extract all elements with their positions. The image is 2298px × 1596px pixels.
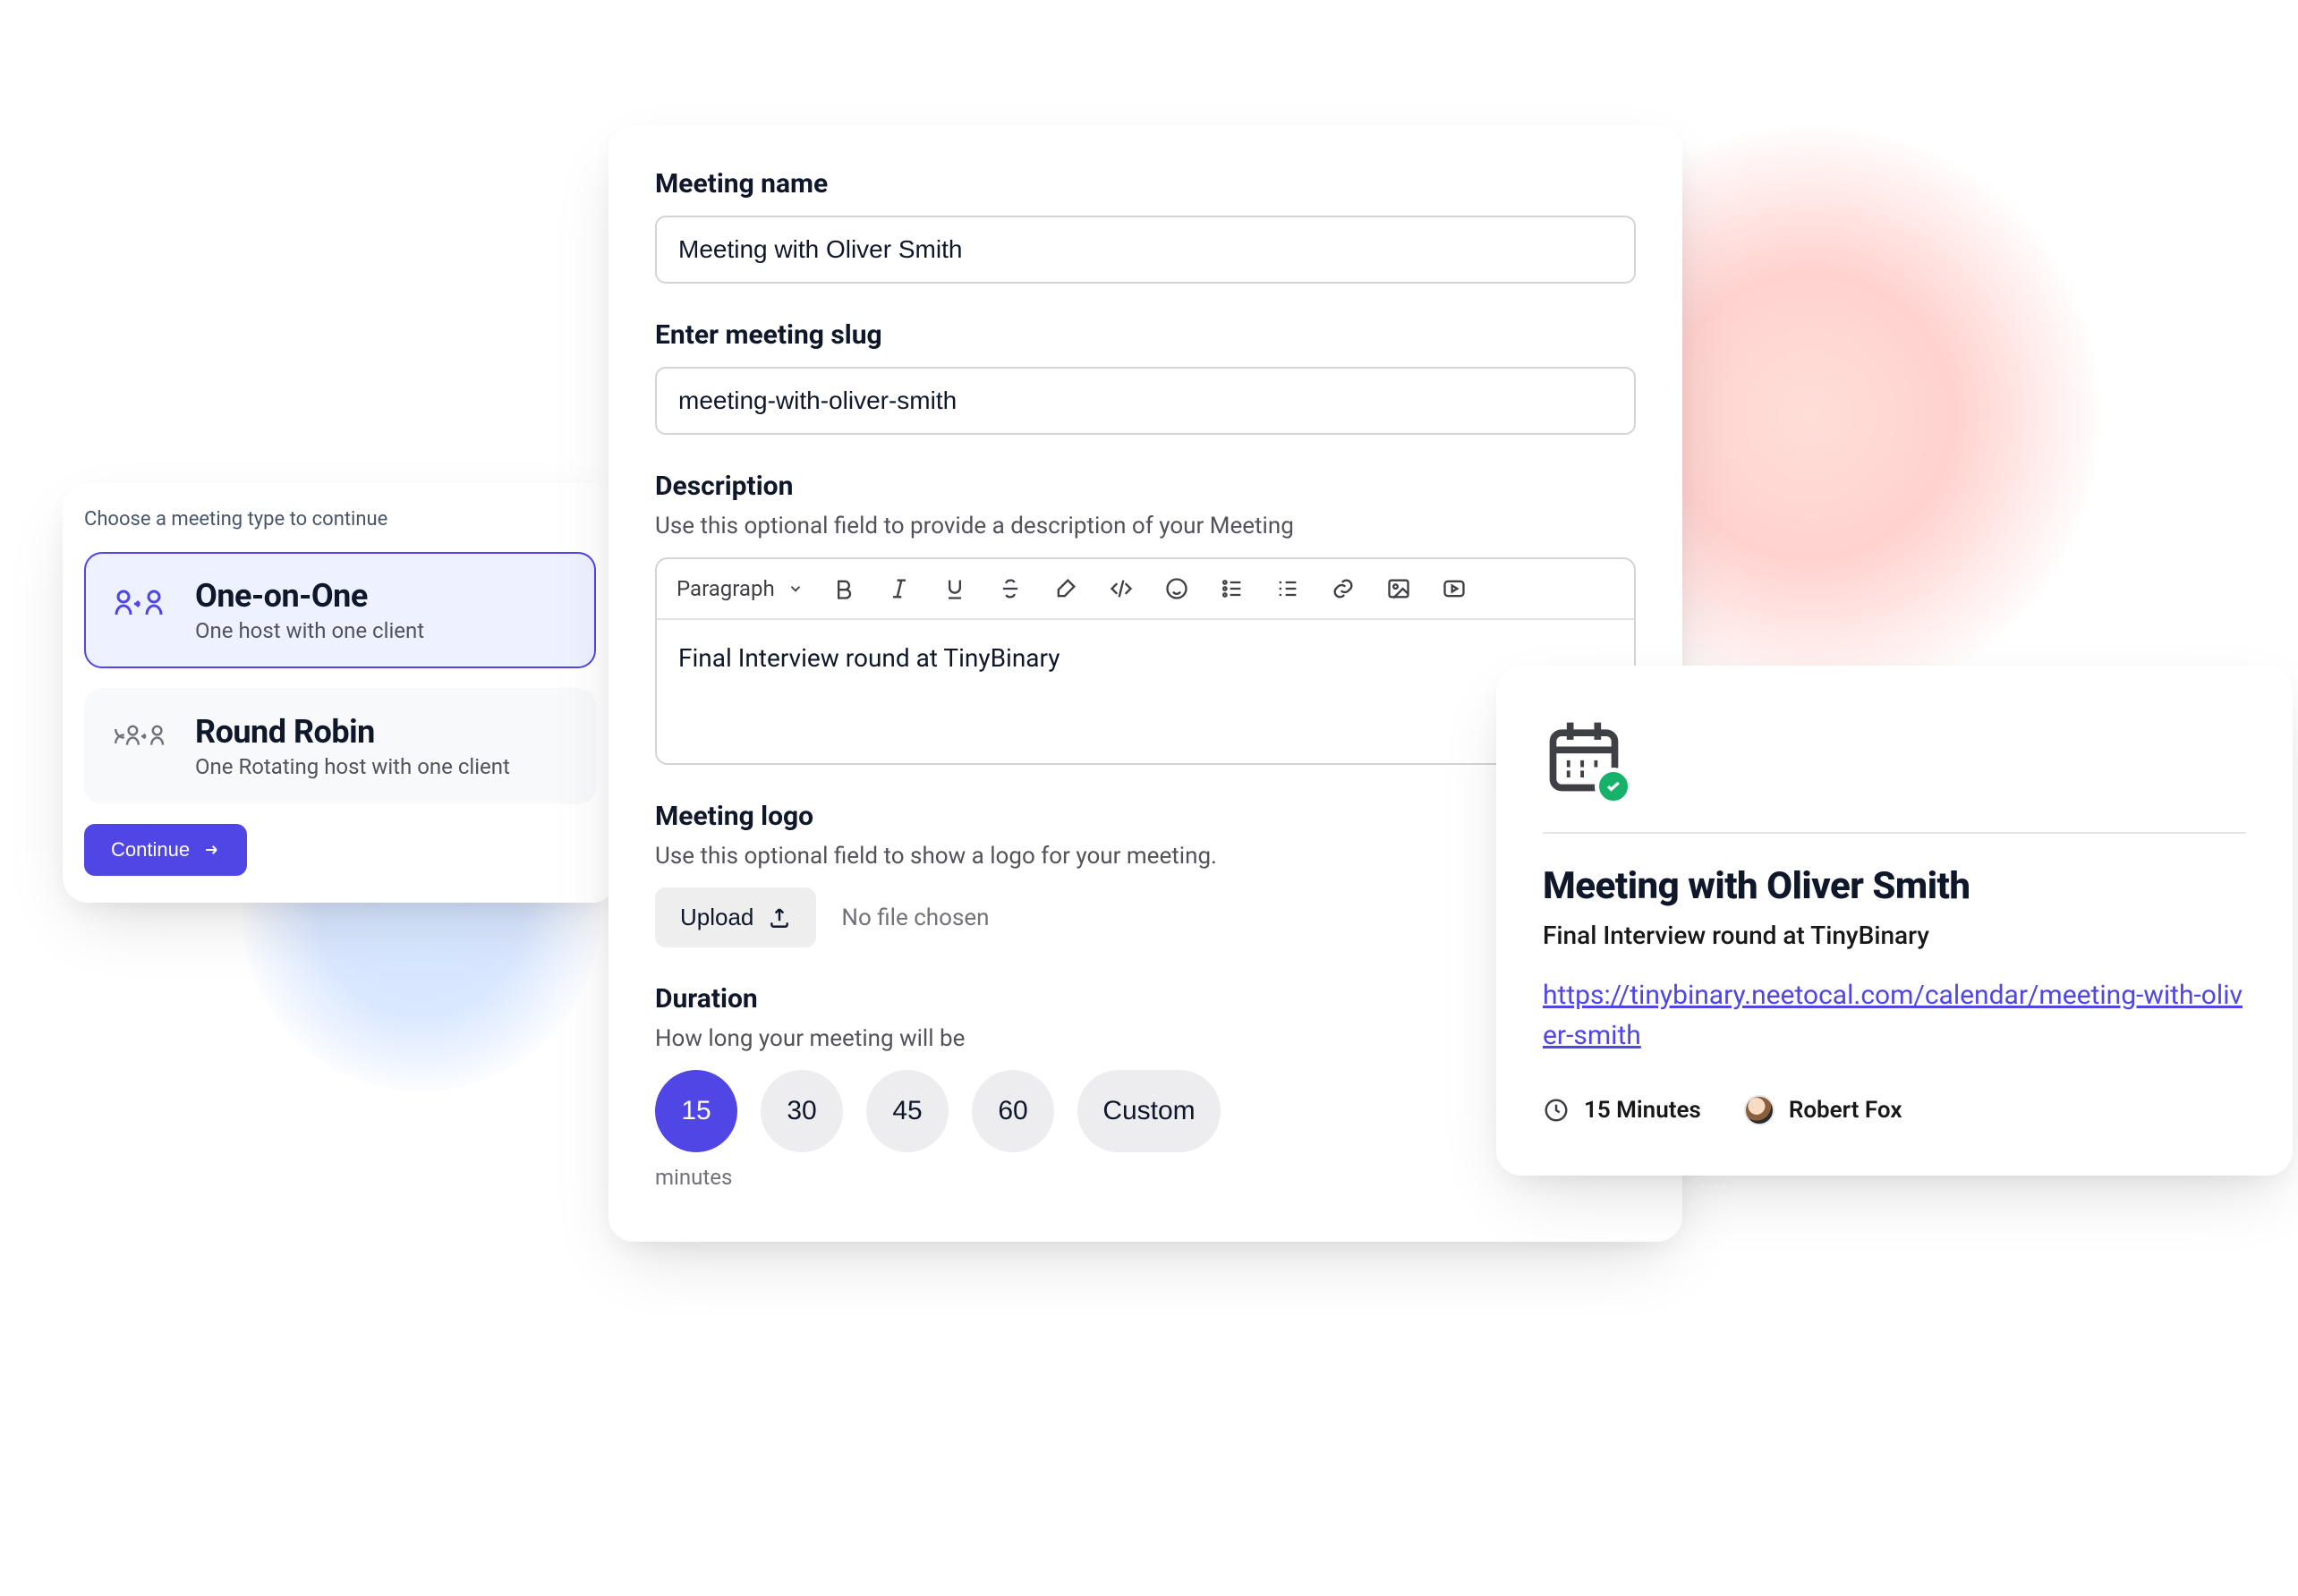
- meeting-name-input[interactable]: [655, 216, 1636, 284]
- upload-icon: [768, 906, 791, 930]
- meeting-type-card: Choose a meeting type to continue One-on…: [63, 483, 617, 903]
- arrow-right-icon: [202, 841, 220, 859]
- meeting-name-label: Meeting name: [655, 168, 1636, 200]
- description-textarea[interactable]: Final Interview round at TinyBinary: [657, 620, 1634, 763]
- description-help: Use this optional field to provide a des…: [655, 513, 1636, 539]
- meeting-share-card: Meeting with Oliver Smith Final Intervie…: [1496, 666, 2293, 1176]
- duration-options: 15 30 45 60 Custom: [655, 1070, 1636, 1152]
- divider: [1543, 832, 2246, 834]
- share-host: Robert Fox: [1744, 1095, 1902, 1125]
- unordered-list-icon[interactable]: [1217, 573, 1247, 604]
- round-robin-icon: [113, 722, 170, 765]
- duration-option-15[interactable]: 15: [655, 1070, 737, 1152]
- meeting-logo-help: Use this optional field to show a logo f…: [655, 843, 1636, 870]
- editor-toolbar: Paragraph: [657, 559, 1634, 620]
- option-title: One-on-One: [195, 577, 424, 615]
- upload-status: No file chosen: [841, 904, 989, 931]
- meeting-type-prompt: Choose a meeting type to continue: [84, 508, 596, 531]
- clock-icon: [1543, 1097, 1570, 1124]
- description-editor: Paragraph Final Interview round at TinyB…: [655, 557, 1636, 765]
- share-subtitle: Final Interview round at TinyBinary: [1543, 921, 2246, 950]
- upload-button[interactable]: Upload: [655, 887, 816, 947]
- continue-button[interactable]: Continue: [84, 824, 247, 876]
- duration-unit: minutes: [655, 1165, 1636, 1190]
- italic-icon[interactable]: [884, 573, 915, 604]
- code-icon[interactable]: [1106, 573, 1136, 604]
- share-duration: 15 Minutes: [1543, 1097, 1701, 1124]
- link-icon[interactable]: [1328, 573, 1358, 604]
- meeting-type-option-round-robin[interactable]: Round Robin One Rotating host with one c…: [84, 688, 596, 804]
- meeting-slug-label: Enter meeting slug: [655, 319, 1636, 351]
- duration-label: Duration: [655, 983, 1636, 1014]
- video-icon[interactable]: [1439, 573, 1469, 604]
- calendar-confirmed-icon: [1543, 716, 1625, 798]
- meeting-slug-input[interactable]: [655, 367, 1636, 435]
- image-icon[interactable]: [1383, 573, 1414, 604]
- duration-option-45[interactable]: 45: [866, 1070, 949, 1152]
- share-url[interactable]: https://tinybinary.neetocal.com/calendar…: [1543, 975, 2246, 1056]
- duration-option-30[interactable]: 30: [761, 1070, 843, 1152]
- check-badge-icon: [1595, 768, 1632, 805]
- continue-label: Continue: [111, 838, 190, 862]
- option-title: Round Robin: [195, 713, 510, 751]
- host-avatar: [1744, 1095, 1775, 1125]
- meeting-logo-label: Meeting logo: [655, 801, 1636, 832]
- option-subtitle: One Rotating host with one client: [195, 754, 510, 779]
- duration-help: How long your meeting will be: [655, 1025, 1636, 1052]
- highlight-icon[interactable]: [1051, 573, 1081, 604]
- share-title: Meeting with Oliver Smith: [1543, 864, 2246, 908]
- one-on-one-icon: [113, 586, 170, 629]
- duration-option-custom[interactable]: Custom: [1077, 1070, 1221, 1152]
- ordered-list-icon[interactable]: [1272, 573, 1303, 604]
- chevron-down-icon: [787, 581, 804, 597]
- bold-icon[interactable]: [829, 573, 859, 604]
- option-subtitle: One host with one client: [195, 618, 424, 643]
- duration-option-60[interactable]: 60: [972, 1070, 1054, 1152]
- strikethrough-icon[interactable]: [995, 573, 1026, 604]
- paragraph-style-select[interactable]: Paragraph: [677, 576, 804, 601]
- underline-icon[interactable]: [940, 573, 970, 604]
- meeting-type-option-one-on-one[interactable]: One-on-One One host with one client: [84, 552, 596, 668]
- description-label: Description: [655, 471, 1636, 502]
- emoji-icon[interactable]: [1162, 573, 1192, 604]
